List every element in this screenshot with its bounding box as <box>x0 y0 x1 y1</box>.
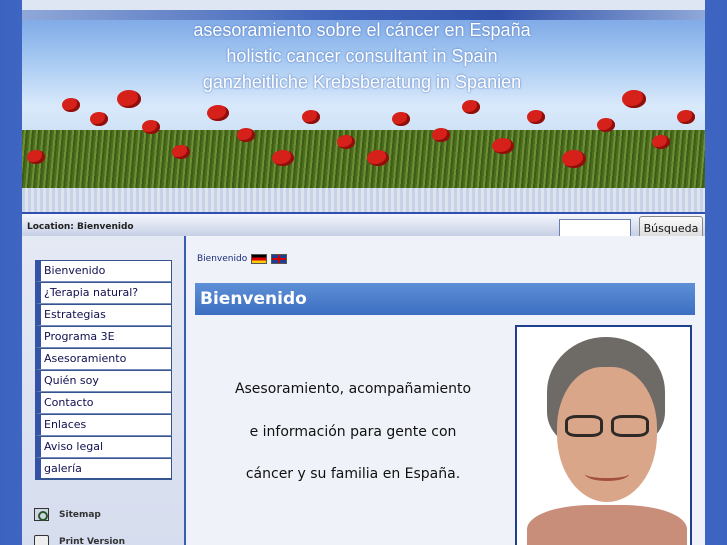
portrait-shirt <box>527 505 687 545</box>
glasses-left <box>565 415 603 437</box>
sitemap-icon <box>34 508 49 521</box>
poppy-icon <box>27 150 45 164</box>
poppy-icon <box>237 128 255 142</box>
sidebar-item-quien-soy[interactable]: Quién soy <box>35 370 172 392</box>
page: asesoramiento sobre el cáncer en España … <box>22 0 705 545</box>
top-gradient-strip <box>22 10 705 20</box>
sidebar-nav: Bienvenido ¿Terapia natural? Estrategias… <box>35 260 172 480</box>
poppy-icon <box>272 150 294 166</box>
poppy-icon <box>462 100 480 114</box>
sitemap-label: Sitemap <box>59 509 101 520</box>
printer-icon <box>34 535 49 545</box>
poppy-icon <box>62 98 80 112</box>
header-banner: asesoramiento sobre el cáncer en España … <box>22 0 705 212</box>
portrait-photo <box>515 325 692 545</box>
site-title-en: holistic cancer consultant in Spain <box>226 46 498 66</box>
poppy-icon <box>622 90 646 108</box>
sidebar-item-bienvenido[interactable]: Bienvenido <box>35 260 172 282</box>
print-version-link[interactable]: Print Version <box>34 535 125 545</box>
poppy-icon <box>337 135 355 149</box>
sitemap-link[interactable]: Sitemap <box>34 508 101 521</box>
poppy-icon <box>432 128 450 142</box>
glasses-right <box>611 415 649 437</box>
poppy-icon <box>367 150 389 166</box>
sidebar-item-galeria[interactable]: galería <box>35 458 172 480</box>
site-title-es: asesoramiento sobre el cáncer en España <box>193 20 531 40</box>
uk-flag-icon[interactable] <box>271 254 288 264</box>
poppy-icon <box>172 145 190 159</box>
poppy-icon <box>677 110 695 124</box>
poppy-icon <box>207 105 229 121</box>
sidebar-item-asesoramiento[interactable]: Asesoramiento <box>35 348 172 370</box>
location-text: Location: Bienvenido <box>27 222 134 232</box>
sidebar-item-aviso-legal[interactable]: Aviso legal <box>35 436 172 458</box>
main-content: Bienvenido Bienvenido Asesoramiento, aco… <box>188 236 705 545</box>
poppy-icon <box>117 90 141 108</box>
page-heading-bar: Bienvenido <box>195 283 695 315</box>
poppy-icon <box>492 138 514 154</box>
portrait-smile <box>585 467 629 481</box>
poppy-icon <box>392 112 410 126</box>
breadcrumb: Bienvenido <box>197 254 288 264</box>
sidebar: Bienvenido ¿Terapia natural? Estrategias… <box>22 236 186 545</box>
print-version-label: Print Version <box>59 536 126 545</box>
poppy-icon <box>652 135 670 149</box>
poppy-icon <box>142 120 160 134</box>
poppy-icon <box>562 150 586 168</box>
poppy-icon <box>90 112 108 126</box>
intro-line-1: Asesoramiento, acompañamiento <box>234 381 472 397</box>
poppy-icon <box>527 110 545 124</box>
intro-line-2: e información para gente con <box>249 424 457 440</box>
sidebar-item-terapia-natural[interactable]: ¿Terapia natural? <box>35 282 172 304</box>
sidebar-item-estrategias[interactable]: Estrategias <box>35 304 172 326</box>
poppy-icon <box>302 110 320 124</box>
german-flag-icon[interactable] <box>251 254 268 264</box>
sidebar-item-enlaces[interactable]: Enlaces <box>35 414 172 436</box>
sidebar-item-contacto[interactable]: Contacto <box>35 392 172 414</box>
page-title: Bienvenido <box>200 289 307 309</box>
poppy-icon <box>597 118 615 132</box>
top-strip <box>22 0 705 10</box>
banner-bottom-band <box>22 188 705 212</box>
meadow-image <box>22 130 705 190</box>
sidebar-item-programa-3e[interactable]: Programa 3E <box>35 326 172 348</box>
intro-line-3: cáncer y su familia en España. <box>245 466 461 482</box>
breadcrumb-home-link[interactable]: Bienvenido <box>197 254 247 264</box>
site-title-de: ganzheitliche Krebsberatung in Spanien <box>202 72 522 92</box>
